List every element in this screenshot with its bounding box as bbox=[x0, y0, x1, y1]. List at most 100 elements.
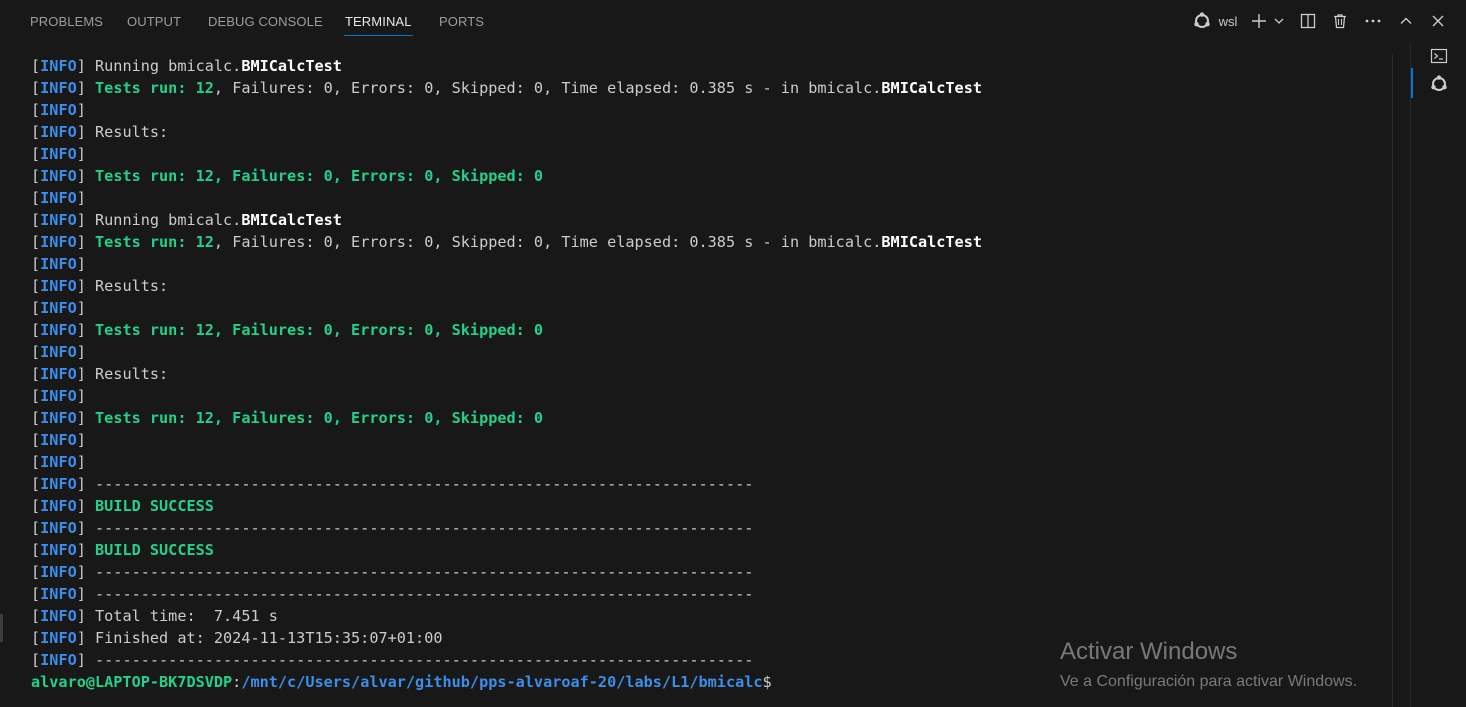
terminal-text: [ bbox=[31, 79, 41, 97]
terminal-line: [INFO] bbox=[31, 297, 1391, 319]
chevron-up-icon[interactable] bbox=[1396, 10, 1416, 32]
terminal-line: [INFO] Results: bbox=[31, 275, 1391, 297]
log-level: INFO bbox=[40, 387, 77, 405]
terminal-text: [ bbox=[31, 387, 41, 405]
terminal-text: [ bbox=[31, 519, 41, 537]
ellipsis-icon[interactable] bbox=[1362, 10, 1384, 32]
terminal-text: [ bbox=[31, 321, 41, 339]
prompt-user-host: alvaro@LAPTOP-BK7DSVDP bbox=[31, 673, 233, 691]
terminal-profile-label[interactable]: wsl bbox=[1215, 10, 1241, 32]
log-level: INFO bbox=[40, 607, 77, 625]
log-level: INFO bbox=[40, 563, 77, 581]
terminal-text: ] Results: bbox=[76, 277, 169, 295]
terminal-text: ] --------------------------------------… bbox=[76, 651, 754, 669]
terminal-line: [INFO] bbox=[31, 99, 1391, 121]
terminal-text: ] bbox=[76, 79, 96, 97]
terminal-line: [INFO] bbox=[31, 187, 1391, 209]
terminal-text: [ bbox=[31, 343, 41, 361]
terminal-text: BMICalcTest bbox=[241, 57, 342, 75]
active-terminal-indicator bbox=[1411, 68, 1413, 98]
log-level: INFO bbox=[40, 453, 77, 471]
log-level: INFO bbox=[40, 57, 77, 75]
terminal-line: [INFO] Tests run: 12, Failures: 0, Error… bbox=[31, 407, 1391, 429]
terminal-text: ] bbox=[76, 145, 86, 163]
terminal-text: ] bbox=[76, 255, 86, 273]
terminal-text: [ bbox=[31, 607, 41, 625]
terminal-text: BUILD SUCCESS bbox=[95, 541, 214, 559]
panel-left-edge bbox=[0, 614, 3, 642]
terminal-text: [ bbox=[31, 563, 41, 581]
log-level: INFO bbox=[40, 299, 77, 317]
terminal-line: [INFO] BUILD SUCCESS bbox=[31, 539, 1391, 561]
terminal-text: ] bbox=[76, 409, 96, 427]
terminal-line: [INFO] Tests run: 12, Failures: 0, Error… bbox=[31, 77, 1391, 99]
prompt-separator: : bbox=[232, 673, 242, 691]
terminal-text: ] bbox=[76, 453, 86, 471]
terminal-output[interactable]: [INFO] Running bmicalc.BMICalcTest [INFO]… bbox=[31, 55, 1391, 693]
terminal-line: [INFO] BUILD SUCCESS bbox=[31, 495, 1391, 517]
terminal-line: [INFO] bbox=[31, 385, 1391, 407]
terminal-text: [ bbox=[31, 541, 41, 559]
split-editor-icon[interactable] bbox=[1298, 10, 1318, 32]
terminal-text: ] Finished at: 2024-11-13T15:35:07+01:00 bbox=[76, 629, 443, 647]
terminal-text: [ bbox=[31, 497, 41, 515]
terminal-text: [ bbox=[31, 255, 41, 273]
terminal-text: , Failures: 0, Errors: 0, Skipped: 0, Ti… bbox=[213, 79, 882, 97]
terminal-text: ] --------------------------------------… bbox=[76, 563, 754, 581]
ubuntu-icon[interactable] bbox=[1192, 10, 1212, 32]
tab-terminal[interactable]: TERMINAL bbox=[344, 14, 413, 36]
terminal-text: ] bbox=[76, 299, 86, 317]
log-level: INFO bbox=[40, 497, 77, 515]
close-icon[interactable] bbox=[1428, 10, 1448, 32]
log-level: INFO bbox=[40, 519, 77, 537]
terminal-text: [ bbox=[31, 365, 41, 383]
terminal-text: BUILD SUCCESS bbox=[95, 497, 214, 515]
terminal-text: ] bbox=[76, 497, 96, 515]
ubuntu-icon[interactable] bbox=[1427, 73, 1451, 95]
log-level: INFO bbox=[40, 145, 77, 163]
terminal-text: BMICalcTest bbox=[881, 79, 982, 97]
tab-debug-console[interactable]: DEBUG CONSOLE bbox=[208, 14, 323, 29]
terminal-line: [INFO] bbox=[31, 451, 1391, 473]
terminal-text: ] --------------------------------------… bbox=[76, 519, 754, 537]
prompt-symbol: $ bbox=[762, 673, 772, 691]
terminal-line: [INFO] Results: bbox=[31, 363, 1391, 385]
terminal-line: [INFO] Tests run: 12, Failures: 0, Error… bbox=[31, 231, 1391, 253]
log-level: INFO bbox=[40, 343, 77, 361]
terminal-icon[interactable] bbox=[1427, 45, 1451, 67]
tab-problems[interactable]: PROBLEMS bbox=[30, 14, 103, 29]
terminal-list-panel bbox=[1410, 44, 1466, 707]
log-level: INFO bbox=[40, 585, 77, 603]
terminal-text: [ bbox=[31, 101, 41, 119]
terminal-text: BMICalcTest bbox=[881, 233, 982, 251]
tab-output[interactable]: OUTPUT bbox=[127, 14, 181, 29]
log-level: INFO bbox=[40, 211, 77, 229]
terminal-text: , Failures: 0, Errors: 0, Skipped: 0, Ti… bbox=[213, 233, 882, 251]
terminal-text: [ bbox=[31, 277, 41, 295]
plus-icon[interactable] bbox=[1249, 10, 1269, 32]
terminal-text: [ bbox=[31, 299, 41, 317]
terminal-scrollbar[interactable] bbox=[1392, 54, 1410, 707]
terminal-text: Tests run: 12 bbox=[95, 79, 214, 97]
watermark-subtitle: Ve a Configuración para activar Windows. bbox=[1060, 673, 1358, 690]
prompt-path: /mnt/c/Users/alvar/github/pps-alvaroaf-2… bbox=[241, 673, 763, 691]
terminal-line: [INFO] Results: bbox=[31, 121, 1391, 143]
terminal-text: [ bbox=[31, 431, 41, 449]
tab-ports[interactable]: PORTS bbox=[439, 14, 484, 29]
terminal-text: BMICalcTest bbox=[241, 211, 342, 229]
terminal-line: [INFO] ---------------------------------… bbox=[31, 561, 1391, 583]
terminal-text: [ bbox=[31, 167, 41, 185]
terminal-text: ] Results: bbox=[76, 365, 169, 383]
chevron-down-icon[interactable] bbox=[1272, 10, 1286, 32]
terminal-text: [ bbox=[31, 211, 41, 229]
terminal-text: [ bbox=[31, 233, 41, 251]
terminal-text: Tests run: 12, Failures: 0, Errors: 0, S… bbox=[95, 321, 544, 339]
terminal-text: [ bbox=[31, 453, 41, 471]
log-level: INFO bbox=[40, 475, 77, 493]
terminal-text: [ bbox=[31, 57, 41, 75]
terminal-text: ] bbox=[76, 541, 96, 559]
trash-icon[interactable] bbox=[1330, 10, 1350, 32]
log-level: INFO bbox=[40, 651, 77, 669]
terminal-line: [INFO] Tests run: 12, Failures: 0, Error… bbox=[31, 319, 1391, 341]
log-level: INFO bbox=[40, 255, 77, 273]
